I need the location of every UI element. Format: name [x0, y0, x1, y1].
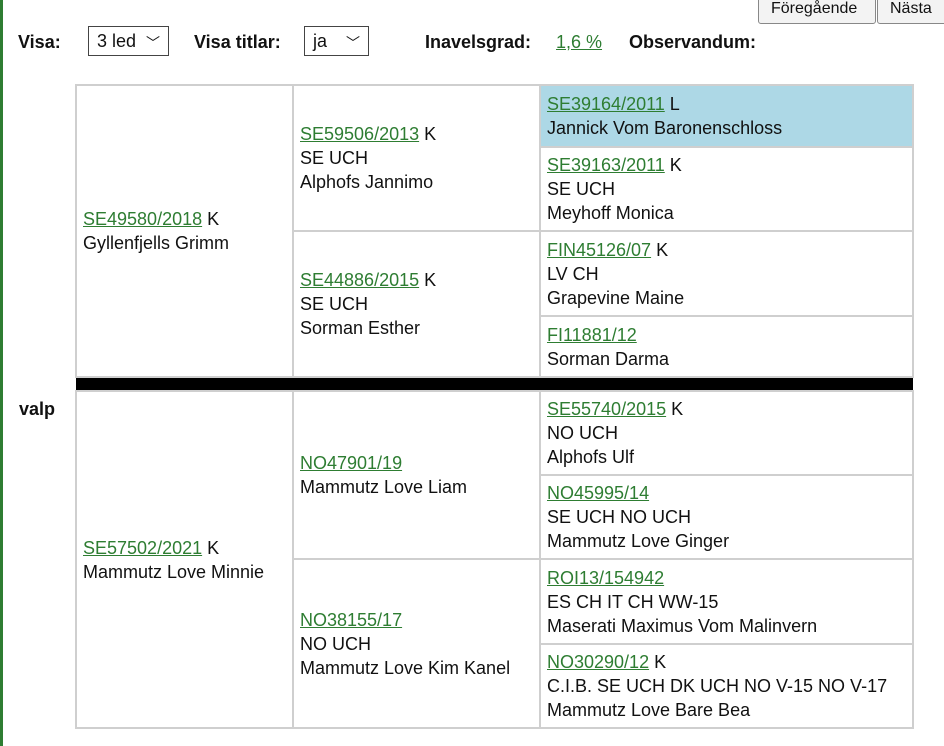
generations-select[interactable]: 3 led ﹀ [88, 26, 169, 56]
dam-cell: SE57502/2021 K Mammutz Love Minnie [75, 390, 294, 729]
dam-dam-dam-cell: NO30290/12 K C.I.B. SE UCH DK UCH NO V-1… [539, 643, 914, 729]
visa-label: Visa: [18, 32, 61, 52]
sire-dam-reg-link[interactable]: SE44886/2015 [300, 270, 419, 290]
sex-marker: K [656, 239, 669, 260]
dog-name: Mammutz Love Minnie [83, 561, 265, 582]
dam-reg-link[interactable]: SE57502/2021 [83, 538, 202, 558]
chevron-down-icon: ﹀ [346, 35, 360, 51]
sex-marker: K [207, 537, 220, 558]
titles-label: Visa titlar: [194, 32, 281, 52]
dam-sire-dam-cell: NO45995/14 SE UCH NO UCH Mammutz Love Gi… [539, 474, 914, 560]
dam-dam-reg-link[interactable]: NO38155/17 [300, 610, 402, 630]
sex-marker: K [671, 399, 684, 419]
dog-titles: SE UCH [547, 179, 616, 199]
dog-name: Meyhoff Monica [547, 203, 674, 223]
sex-marker: K [207, 209, 220, 229]
inbreeding-value-link[interactable]: 1,6 % [556, 32, 602, 53]
dam-sire-reg-link[interactable]: NO47901/19 [300, 453, 402, 473]
sex-marker: K [654, 652, 667, 672]
sire-dam-cell: SE44886/2015 K SE UCH Sorman Esther [292, 230, 541, 378]
sire-sire-reg-link[interactable]: SE59506/2013 [300, 124, 419, 144]
sire-dam-separator [76, 377, 913, 391]
dog-name: Sorman Esther [300, 318, 421, 338]
titles-value: ja [313, 31, 328, 51]
dam-sire-sire-reg-link[interactable]: SE55740/2015 [547, 399, 666, 419]
dog-titles: SE UCH [300, 148, 369, 168]
sire-sire-sire-reg-link[interactable]: SE39164/2011 [547, 94, 665, 114]
dog-titles: LV CH [547, 263, 599, 284]
sex-marker: K [424, 124, 437, 144]
dog-titles: C.I.B. SE UCH DK UCH NO V-15 NO V-17 [547, 676, 888, 696]
pedigree-table: SE49580/2018 K Gyllenfjells Grimm SE5950… [75, 84, 914, 729]
dam-dam-sire-reg-link[interactable]: ROI13/154942 [547, 568, 664, 588]
sire-sire-sire-cell: SE39164/2011 L Jannick Vom Baronenschlos… [539, 84, 914, 148]
generations-value: 3 led [97, 31, 137, 51]
sex-marker: L [669, 94, 680, 114]
dam-sire-sire-cell: SE55740/2015 K NO UCH Alphofs Ulf [539, 390, 914, 476]
sire-sire-cell: SE59506/2013 K SE UCH Alphofs Jannimo [292, 84, 541, 232]
dog-name: Jannick Vom Baronenschloss [547, 118, 783, 138]
titles-select[interactable]: ja ﹀ [304, 26, 369, 56]
previous-button[interactable]: Föregående [758, 0, 876, 24]
dog-name: Mammutz Love Bare Bea [547, 700, 751, 720]
dam-dam-cell: NO38155/17 NO UCH Mammutz Love Kim Kanel [292, 558, 541, 729]
sire-dam-sire-cell: FIN45126/07 K LV CH Grapevine Maine [539, 230, 914, 317]
dog-name: Mammutz Love Kim Kanel [300, 657, 511, 678]
dog-name: Mammutz Love Liam [300, 477, 468, 497]
left-accent-bar [0, 0, 3, 746]
sire-sire-dam-reg-link[interactable]: SE39163/2011 [547, 155, 665, 175]
sire-dam-dam-cell: FI11881/12 Sorman Darma [539, 315, 914, 378]
sire-reg-link[interactable]: SE49580/2018 [83, 209, 202, 229]
dog-name: Sorman Darma [547, 348, 670, 369]
sire-dam-sire-reg-link[interactable]: FIN45126/07 [547, 240, 651, 260]
sire-sire-dam-cell: SE39163/2011 K SE UCH Meyhoff Monica [539, 146, 914, 232]
dog-name: Mammutz Love Ginger [547, 531, 730, 551]
subject-label: valp [19, 399, 56, 419]
dog-titles: NO UCH [547, 423, 618, 443]
dam-dam-dam-reg-link[interactable]: NO30290/12 [547, 652, 649, 672]
dam-dam-sire-cell: ROI13/154942 ES CH IT CH WW-15 Maserati … [539, 558, 914, 645]
dog-name: Alphofs Ulf [547, 447, 635, 467]
dog-titles: SE UCH [300, 294, 369, 314]
dog-titles: NO UCH [300, 633, 371, 654]
dam-sire-dam-reg-link[interactable]: NO45995/14 [547, 483, 649, 503]
sex-marker: K [669, 155, 682, 175]
chevron-down-icon: ﹀ [146, 35, 160, 51]
dam-sire-cell: NO47901/19 Mammutz Love Liam [292, 390, 541, 560]
sire-dam-dam-reg-link[interactable]: FI11881/12 [547, 325, 637, 345]
dog-name: Maserati Maximus Vom Malinvern [547, 615, 818, 636]
next-button[interactable]: Nästa [877, 0, 944, 24]
dog-name: Grapevine Maine [547, 287, 685, 308]
inbreeding-label: Inavelsgrad: [425, 32, 532, 52]
sex-marker: K [424, 270, 437, 290]
sire-cell: SE49580/2018 K Gyllenfjells Grimm [75, 84, 294, 378]
dog-name: Gyllenfjells Grimm [83, 233, 230, 253]
dog-titles: SE UCH NO UCH [547, 507, 692, 527]
observandum-label: Observandum: [629, 32, 757, 52]
dog-name: Alphofs Jannimo [300, 172, 434, 192]
dog-titles: ES CH IT CH WW-15 [547, 591, 719, 612]
